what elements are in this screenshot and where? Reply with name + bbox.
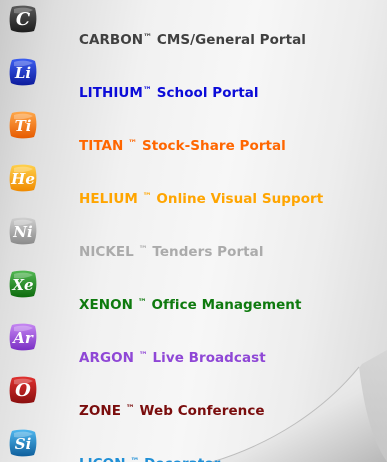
argon-logo-letters: Ar [11,329,34,347]
product-brand: XENON [79,297,133,313]
product-label-zone: ZONE ™ Web Conference [79,403,265,419]
trademark-symbol: ™ [138,351,148,361]
titan-logo-letters: Ti [15,117,32,135]
product-panel: C CARBON™ CMS/General Portal Li LITHIUM™ Sc… [0,0,387,462]
product-brand: ZONE [79,403,121,419]
product-link-carbon[interactable]: C CARBON™ CMS/General Portal [0,4,387,56]
trademark-symbol: ™ [125,404,135,414]
product-link-nickel[interactable]: Ni NICKEL ™ Tenders Portal [0,216,387,268]
product-link-licon[interactable]: Si LICON ™ Decorator [0,428,387,462]
product-link-helium[interactable]: He HELIUM ™ Online Visual Support [0,163,387,215]
trademark-symbol: ™ [143,33,153,43]
zone-logo-letters: O [15,380,31,401]
product-label-nickel: NICKEL ™ Tenders Portal [79,244,264,260]
product-label-xenon: XENON ™ Office Management [79,297,301,313]
product-brand: CARBON [79,32,144,48]
product-description: Office Management [146,297,302,313]
product-description: Web Conference [134,403,265,419]
product-brand: HELIUM [79,191,138,207]
product-description: Decorator [139,456,220,462]
product-link-zone[interactable]: O ZONE ™ Web Conference [0,375,387,427]
trademark-symbol: ™ [128,139,138,149]
product-description: Stock-Share Portal [137,138,286,154]
product-brand: NICKEL [79,244,134,260]
product-label-titan: TITAN ™ Stock-Share Portal [79,138,286,154]
product-label-argon: ARGON ™ Live Broadcast [79,350,266,366]
product-link-argon[interactable]: Ar ARGON ™ Live Broadcast [0,322,387,374]
xenon-logo-letters: Xe [11,276,33,294]
product-link-titan[interactable]: Ti TITAN ™ Stock-Share Portal [0,110,387,162]
product-link-xenon[interactable]: Xe XENON ™ Office Management [0,269,387,321]
product-label-helium: HELIUM ™ Online Visual Support [79,191,323,207]
trademark-symbol: ™ [137,298,147,308]
product-brand: LITHIUM [79,85,143,101]
product-label-lithium: LITHIUM™ School Portal [79,85,259,101]
trademark-symbol: ™ [142,86,152,96]
carbon-logo-icon: C [8,4,38,34]
product-description: CMS/General Portal [152,32,306,48]
zone-logo-icon: O [8,375,38,405]
product-link-lithium[interactable]: Li LITHIUM™ School Portal [0,57,387,109]
nickel-logo-icon: Ni [8,216,38,246]
product-description: Tenders Portal [147,244,264,260]
helium-logo-icon: He [8,163,38,193]
trademark-symbol: ™ [138,245,148,255]
product-brand: ARGON [79,350,134,366]
titan-logo-icon: Ti [8,110,38,140]
xenon-logo-icon: Xe [8,269,38,299]
licon-logo-letters: Si [15,435,32,453]
product-label-licon: LICON ™ Decorator [79,456,220,462]
product-brand: LICON [79,456,126,462]
trademark-symbol: ™ [142,192,152,202]
lithium-logo-letters: Li [14,64,32,82]
product-brand: TITAN [79,138,124,154]
helium-logo-letters: He [10,170,35,188]
product-description: Live Broadcast [147,350,266,366]
product-description: School Portal [151,85,259,101]
argon-logo-icon: Ar [8,322,38,352]
carbon-logo-letters: C [16,9,31,30]
product-description: Online Visual Support [151,191,324,207]
nickel-logo-letters: Ni [12,223,33,241]
lithium-logo-icon: Li [8,57,38,87]
licon-logo-icon: Si [8,428,38,458]
product-label-carbon: CARBON™ CMS/General Portal [79,32,306,48]
